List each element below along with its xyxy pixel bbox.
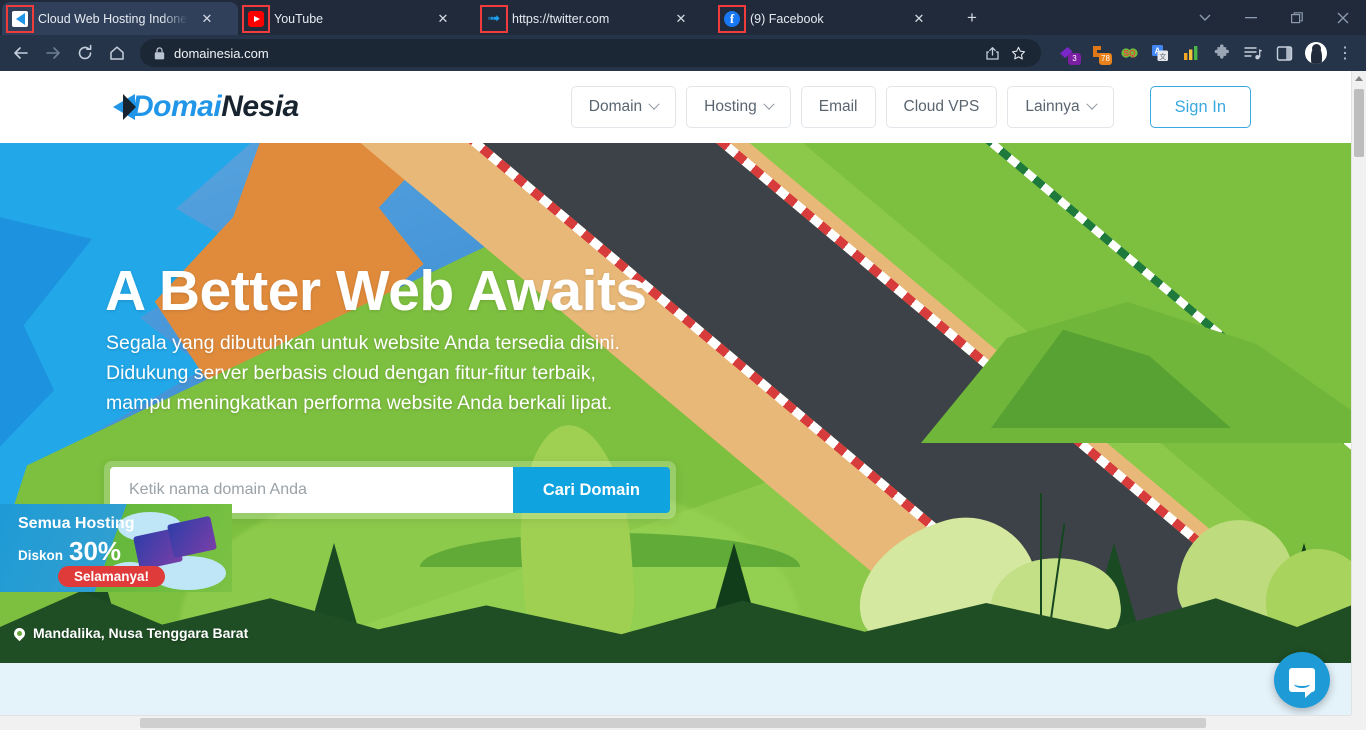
page-content: DomaiNesia Domain Hosting Email Cloud VP… [0,71,1351,715]
chevron-down-icon [763,98,775,110]
reload-button[interactable] [70,38,100,68]
url-text: domainesia.com [174,45,269,61]
sq-extension-icon[interactable]: SQ [1116,40,1142,66]
svg-text:SQ: SQ [1123,48,1136,58]
tab-title: YouTube [274,11,324,26]
location-pin-icon [11,625,28,641]
nav-label: Email [818,98,858,115]
tab-close-button[interactable]: ✕ [432,8,454,30]
extension-badge: 3 [1068,53,1081,65]
nav-item-cloud-vps[interactable]: Cloud VPS [885,86,998,128]
chevron-down-icon [1085,98,1098,110]
logo-text-second: Nesia [221,90,299,123]
chrome-menu-button[interactable]: ⋮ [1332,40,1358,66]
promo-line1: Semua Hosting [18,515,135,532]
domainesia-logo[interactable]: DomaiNesia [113,87,299,127]
sign-in-button[interactable]: Sign In [1149,86,1251,128]
tab-close-button[interactable]: ✕ [908,8,930,30]
nav-item-email[interactable]: Email [800,86,876,128]
browser-tab-twitter[interactable]: ➟ https://twitter.com ✕ [476,2,714,35]
hero-subtext-line3: mampu meningkatkan performa website Anda… [106,392,613,414]
tab-close-button[interactable]: ✕ [670,8,692,30]
browser-tab-youtube[interactable]: YouTube ✕ [238,2,476,35]
translate-icon[interactable]: A文 [1147,40,1173,66]
browser-tab-facebook[interactable]: f (9) Facebook ✕ [714,2,952,35]
hero-section: A Better Web Awaits Segala yang dibutuhk… [0,143,1351,663]
promo-banner[interactable]: Semua Hosting Diskon 30% Selamanya! [0,504,232,592]
svg-text:文: 文 [1159,52,1166,61]
orange-extension-icon[interactable]: 78 [1085,40,1112,66]
minimize-button[interactable] [1228,2,1274,34]
back-button[interactable] [6,38,36,68]
hero-heading: A Better Web Awaits [105,259,647,323]
page-viewport: DomaiNesia Domain Hosting Email Cloud VP… [0,71,1366,730]
sidepanel-icon[interactable] [1271,40,1297,66]
browser-window: Cloud Web Hosting Indonesia Te ✕ YouTube… [0,0,1366,730]
logo-arrow-icon [113,94,136,120]
profile-avatar[interactable] [1302,40,1330,66]
twitter-icon: ➟ [480,4,508,33]
hero-subtext: Segala yang dibutuhkan untuk website And… [106,328,620,418]
browser-tab-domainesia[interactable]: Cloud Web Hosting Indonesia Te ✕ [2,2,238,35]
chevron-down-icon [648,98,660,110]
nav-label: Lainnya [1025,98,1080,115]
site-header: DomaiNesia Domain Hosting Email Cloud VP… [0,71,1351,143]
hero-subtext-line2: Didukung server berbasis cloud dengan fi… [106,362,596,384]
puzzle-extensions-icon[interactable] [1209,40,1235,66]
facebook-icon: f [718,4,746,33]
new-tab-button[interactable]: + [958,4,986,32]
location-label: Mandalika, Nusa Tenggara Barat [11,625,249,641]
maximize-button[interactable] [1274,2,1320,34]
analytics-chart-icon[interactable] [1178,40,1204,66]
promo-pill-label: Selamanya! [58,566,166,587]
promo-diskon-label: Diskon [18,548,64,563]
purple-extension-icon[interactable]: 3 [1054,40,1081,66]
location-text: Mandalika, Nusa Tenggara Barat [33,625,249,641]
chat-bubble-icon[interactable] [1274,652,1330,708]
hero-content: A Better Web Awaits Segala yang dibutuhk… [0,143,1351,663]
nav-item-lainnya[interactable]: Lainnya [1007,86,1114,128]
main-nav: Domain Hosting Email Cloud VPS Lainnya [570,86,1114,128]
search-domain-button[interactable]: Cari Domain [512,467,670,513]
extension-badge: 78 [1099,53,1112,65]
search-input[interactable] [129,481,494,499]
share-icon[interactable] [979,40,1005,66]
tab-title: (9) Facebook [750,11,824,26]
nav-item-hosting[interactable]: Hosting [686,86,791,128]
window-controls [1182,0,1366,35]
nav-label: Hosting [704,98,757,115]
tab-strip: Cloud Web Hosting Indonesia Te ✕ YouTube… [0,0,1366,35]
scroll-up-arrow[interactable] [1352,71,1366,86]
logo-text-first: Domai [132,90,222,123]
vertical-scrollbar[interactable] [1351,71,1366,715]
browser-toolbar: domainesia.com 3 78 SQ A文 ⋮ [0,35,1366,71]
tab-title: Cloud Web Hosting Indonesia Te [38,11,188,26]
tab-title: https://twitter.com [512,11,610,26]
nav-item-domain[interactable]: Domain [570,86,677,128]
horizontal-scrollbar[interactable] [0,715,1366,730]
address-bar[interactable]: domainesia.com [140,39,1041,67]
hero-subtext-line1: Segala yang dibutuhkan untuk website And… [106,332,620,354]
promo-percent: 30% [69,536,122,566]
scrollbar-corner [1351,715,1366,730]
youtube-icon [242,4,270,33]
horizontal-scroll-thumb[interactable] [140,718,1206,728]
tab-search-icon[interactable] [1182,2,1228,34]
home-button[interactable] [102,38,132,68]
below-fold-section [0,663,1351,715]
reading-list-icon[interactable] [1240,40,1266,66]
nav-label: Domain [588,98,643,115]
bookmark-star-icon[interactable] [1005,40,1031,66]
lock-icon [154,46,165,60]
close-window-button[interactable] [1320,2,1366,34]
forward-button[interactable] [38,38,68,68]
nav-label: Cloud VPS [903,98,980,115]
domainesia-icon [6,4,34,33]
tab-close-button[interactable]: ✕ [196,8,218,30]
vertical-scroll-thumb[interactable] [1354,89,1364,157]
